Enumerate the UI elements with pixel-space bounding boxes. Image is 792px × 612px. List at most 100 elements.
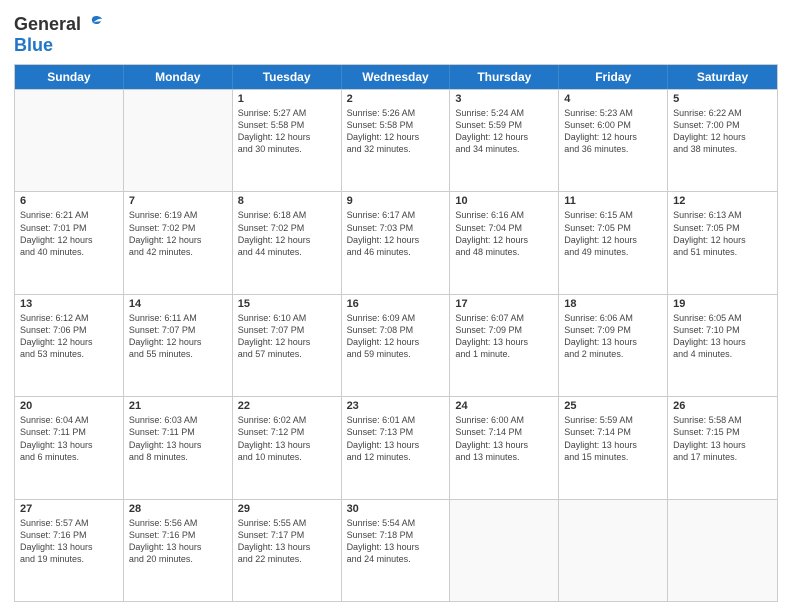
- calendar-cell: 30Sunrise: 5:54 AMSunset: 7:18 PMDayligh…: [342, 500, 451, 601]
- calendar-cell: 20Sunrise: 6:04 AMSunset: 7:11 PMDayligh…: [15, 397, 124, 498]
- cell-info-line: and 8 minutes.: [129, 451, 227, 463]
- cell-info-line: Sunset: 7:01 PM: [20, 222, 118, 234]
- calendar-cell: 1Sunrise: 5:27 AMSunset: 5:58 PMDaylight…: [233, 90, 342, 191]
- calendar-cell: [124, 90, 233, 191]
- cell-info-line: and 40 minutes.: [20, 246, 118, 258]
- weekday-header-thursday: Thursday: [450, 65, 559, 89]
- cell-info-line: Sunset: 7:16 PM: [129, 529, 227, 541]
- cell-info-line: and 6 minutes.: [20, 451, 118, 463]
- day-number: 20: [20, 400, 118, 412]
- day-number: 17: [455, 298, 553, 310]
- cell-info-line: Sunrise: 5:27 AM: [238, 107, 336, 119]
- cell-info-line: Sunrise: 6:19 AM: [129, 209, 227, 221]
- cell-info-line: Daylight: 12 hours: [564, 234, 662, 246]
- calendar-row-1: 6 Sunrise: 6:21 AMSunset: 7:01 PM Daylight…: [15, 191, 777, 293]
- cell-info-line: Sunset: 7:09 PM: [455, 324, 553, 336]
- day-number: 10: [455, 195, 553, 207]
- weekday-header-tuesday: Tuesday: [233, 65, 342, 89]
- calendar-cell: 4Sunrise: 5:23 AMSunset: 6:00 PMDaylight…: [559, 90, 668, 191]
- cell-info-line: Sunset: 7:04 PM: [455, 222, 553, 234]
- cell-info-line: Sunset: 7:17 PM: [238, 529, 336, 541]
- cell-info-line: Daylight: 13 hours: [673, 336, 772, 348]
- logo-bird-icon: [83, 15, 103, 33]
- cell-info-line: Sunrise: 6:13 AM: [673, 209, 772, 221]
- day-number: 9: [347, 195, 445, 207]
- cell-info-line: and 59 minutes.: [347, 348, 445, 360]
- cell-info-line: Sunrise: 5:23 AM: [564, 107, 662, 119]
- cell-info-line: Sunrise: 6:17 AM: [347, 209, 445, 221]
- cell-info-line: Daylight: 13 hours: [455, 336, 553, 348]
- cell-info-line: and 4 minutes.: [673, 348, 772, 360]
- cell-info-line: Daylight: 13 hours: [455, 439, 553, 451]
- day-number: 14: [129, 298, 227, 310]
- logo-blue: Blue: [14, 35, 103, 56]
- cell-info-line: Daylight: 13 hours: [20, 541, 118, 553]
- day-number: 6: [20, 195, 118, 207]
- calendar-cell: 8Sunrise: 6:18 AMSunset: 7:02 PMDaylight…: [233, 192, 342, 293]
- cell-info-line: and 51 minutes.: [673, 246, 772, 258]
- cell-info-line: Sunset: 7:10 PM: [673, 324, 772, 336]
- cell-info-line: Sunset: 7:11 PM: [129, 426, 227, 438]
- cell-info-line: Sunrise: 6:21 AM: [20, 209, 118, 221]
- calendar-cell: 3Sunrise: 5:24 AMSunset: 5:59 PMDaylight…: [450, 90, 559, 191]
- weekday-header-saturday: Saturday: [668, 65, 777, 89]
- calendar-cell: 17Sunrise: 6:07 AMSunset: 7:09 PMDayligh…: [450, 295, 559, 396]
- day-number: 19: [673, 298, 772, 310]
- calendar-cell: 28Sunrise: 5:56 AMSunset: 7:16 PMDayligh…: [124, 500, 233, 601]
- weekday-header-sunday: Sunday: [15, 65, 124, 89]
- cell-info-line: Daylight: 13 hours: [238, 439, 336, 451]
- cell-info-line: and 42 minutes.: [129, 246, 227, 258]
- cell-info-line: Sunrise: 6:02 AM: [238, 414, 336, 426]
- weekday-header-friday: Friday: [559, 65, 668, 89]
- cell-info-line: and 55 minutes.: [129, 348, 227, 360]
- cell-info-line: Sunset: 7:08 PM: [347, 324, 445, 336]
- cell-info-line: and 36 minutes.: [564, 143, 662, 155]
- day-number: 25: [564, 400, 662, 412]
- calendar-cell: 23Sunrise: 6:01 AMSunset: 7:13 PMDayligh…: [342, 397, 451, 498]
- cell-info-line: Sunset: 7:15 PM: [673, 426, 772, 438]
- cell-info-line: Sunrise: 5:54 AM: [347, 517, 445, 529]
- cell-info-line: Daylight: 13 hours: [129, 439, 227, 451]
- cell-info-line: Sunset: 7:16 PM: [20, 529, 118, 541]
- cell-info-line: Sunrise: 6:12 AM: [20, 312, 118, 324]
- cell-info-line: Daylight: 12 hours: [455, 131, 553, 143]
- cell-info-line: Sunset: 7:11 PM: [20, 426, 118, 438]
- cell-info-line: and 19 minutes.: [20, 553, 118, 565]
- calendar-cell: 27Sunrise: 5:57 AMSunset: 7:16 PMDayligh…: [15, 500, 124, 601]
- calendar-cell: [450, 500, 559, 601]
- day-number: 5: [673, 93, 772, 105]
- cell-info-line: Sunset: 7:02 PM: [129, 222, 227, 234]
- cell-info-line: Sunrise: 5:59 AM: [564, 414, 662, 426]
- page-container: General Blue SundayMondayTuesdayWednesda…: [0, 0, 792, 612]
- cell-info-line: Daylight: 12 hours: [347, 234, 445, 246]
- cell-info-line: and 17 minutes.: [673, 451, 772, 463]
- cell-info-line: Sunrise: 6:05 AM: [673, 312, 772, 324]
- cell-info-line: Sunset: 7:14 PM: [564, 426, 662, 438]
- cell-info-line: Sunset: 7:13 PM: [347, 426, 445, 438]
- cell-info-line: Daylight: 12 hours: [238, 336, 336, 348]
- calendar-cell: 29Sunrise: 5:55 AMSunset: 7:17 PMDayligh…: [233, 500, 342, 601]
- cell-info-line: Daylight: 12 hours: [20, 336, 118, 348]
- calendar-cell: [15, 90, 124, 191]
- cell-info-line: Sunrise: 6:22 AM: [673, 107, 772, 119]
- cell-info-line: Sunrise: 6:01 AM: [347, 414, 445, 426]
- cell-info-line: Sunrise: 5:56 AM: [129, 517, 227, 529]
- cell-info-line: Sunset: 7:18 PM: [347, 529, 445, 541]
- cell-info-line: Sunrise: 5:55 AM: [238, 517, 336, 529]
- logo: General Blue: [14, 14, 103, 56]
- calendar-cell: 11Sunrise: 6:15 AMSunset: 7:05 PMDayligh…: [559, 192, 668, 293]
- cell-info-line: Sunset: 7:05 PM: [673, 222, 772, 234]
- calendar-cell: 6Sunrise: 6:21 AMSunset: 7:01 PMDaylight…: [15, 192, 124, 293]
- cell-info-line: and 48 minutes.: [455, 246, 553, 258]
- cell-info-line: Daylight: 13 hours: [347, 541, 445, 553]
- cell-info-line: Sunrise: 6:09 AM: [347, 312, 445, 324]
- cell-info-line: Sunset: 7:03 PM: [347, 222, 445, 234]
- day-number: 23: [347, 400, 445, 412]
- cell-info-line: Daylight: 13 hours: [238, 541, 336, 553]
- calendar-cell: 15Sunrise: 6:10 AMSunset: 7:07 PMDayligh…: [233, 295, 342, 396]
- day-number: 11: [564, 195, 662, 207]
- weekday-header-monday: Monday: [124, 65, 233, 89]
- page-header: General Blue: [14, 10, 778, 56]
- cell-info-line: Sunset: 7:02 PM: [238, 222, 336, 234]
- calendar-cell: 25Sunrise: 5:59 AMSunset: 7:14 PMDayligh…: [559, 397, 668, 498]
